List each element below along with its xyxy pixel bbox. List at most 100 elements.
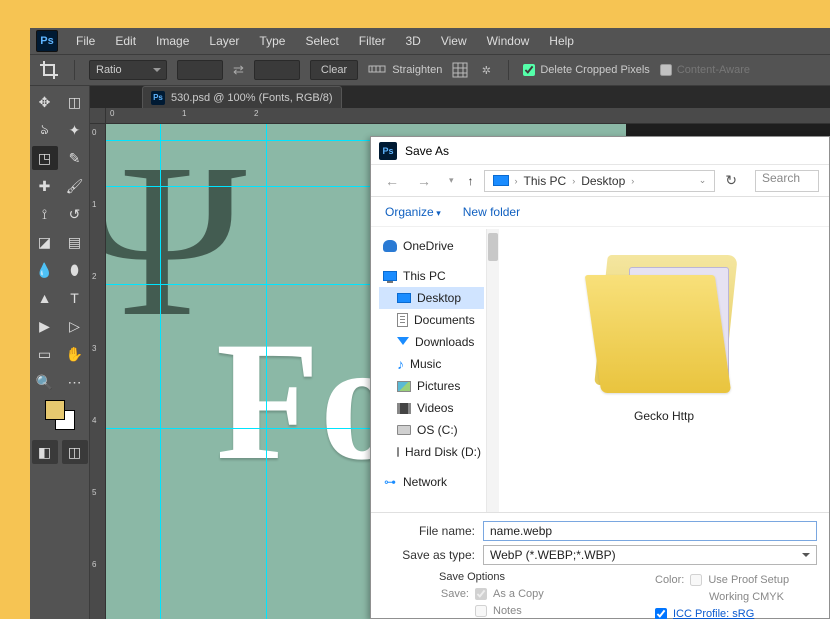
- menu-view[interactable]: View: [433, 32, 475, 50]
- menu-layer[interactable]: Layer: [201, 32, 247, 50]
- crop-tool[interactable]: ◳: [32, 146, 58, 170]
- vertical-ruler[interactable]: 0 1 2 3 4 5 6: [90, 124, 106, 619]
- back-button[interactable]: ←: [381, 171, 403, 191]
- healing-brush-tool[interactable]: ✚: [32, 174, 58, 198]
- dialog-toolbar: Organize New folder: [371, 197, 829, 227]
- folder-content[interactable]: Gecko Http: [499, 229, 829, 512]
- overlay-grid-icon[interactable]: [452, 62, 468, 78]
- foreground-color[interactable]: [45, 400, 65, 420]
- move-tool[interactable]: ✥: [32, 90, 58, 114]
- menu-help[interactable]: Help: [541, 32, 582, 50]
- blur-tool[interactable]: 💧: [32, 258, 58, 282]
- tree-documents[interactable]: Documents: [379, 309, 484, 331]
- tree-this-pc[interactable]: This PC: [379, 265, 484, 287]
- zoom-tool[interactable]: 🔍: [32, 370, 58, 394]
- tree-videos[interactable]: Videos: [379, 397, 484, 419]
- quick-mask-icon[interactable]: ◧: [32, 440, 58, 464]
- menu-type[interactable]: Type: [251, 32, 293, 50]
- pen-tool[interactable]: ▲: [32, 286, 58, 310]
- tree-onedrive[interactable]: OneDrive: [379, 235, 484, 257]
- organize-button[interactable]: Organize: [385, 205, 441, 219]
- menu-image[interactable]: Image: [148, 32, 197, 50]
- menu-window[interactable]: Window: [479, 32, 538, 50]
- refresh-button[interactable]: ↻: [725, 172, 737, 189]
- menu-select[interactable]: Select: [297, 32, 346, 50]
- rectangle-tool[interactable]: ▭: [32, 342, 58, 366]
- document-tab[interactable]: Ps 530.psd @ 100% (Fonts, RGB/8): [142, 86, 342, 108]
- lasso-tool[interactable]: ঌ: [32, 118, 58, 142]
- menu-file[interactable]: File: [68, 32, 103, 50]
- straighten-label[interactable]: Straighten: [392, 64, 442, 76]
- hand-tool[interactable]: ✋: [62, 342, 88, 366]
- ratio-select[interactable]: Ratio: [89, 60, 167, 80]
- tree-downloads[interactable]: Downloads: [379, 331, 484, 353]
- crop-height-input[interactable]: [254, 60, 300, 80]
- edit-toolbar[interactable]: ⋯: [62, 370, 88, 394]
- marquee-tool[interactable]: ◫: [62, 90, 88, 114]
- icc-checkbox[interactable]: [655, 608, 667, 619]
- tree-network[interactable]: ⊶Network: [379, 471, 484, 493]
- breadcrumb[interactable]: › This PC › Desktop › ⌄: [484, 170, 716, 192]
- type-tool[interactable]: T: [62, 286, 88, 310]
- magic-wand-tool[interactable]: ✦: [62, 118, 88, 142]
- search-input[interactable]: Search: [755, 170, 819, 192]
- straighten-icon[interactable]: [368, 62, 386, 79]
- breadcrumb-segment[interactable]: Desktop: [581, 174, 625, 188]
- tree-pictures[interactable]: Pictures: [379, 375, 484, 397]
- proof-checkbox: [690, 574, 702, 586]
- history-dropdown-icon[interactable]: ⌄: [699, 175, 707, 186]
- eraser-tool[interactable]: ◪: [32, 230, 58, 254]
- brush-tool[interactable]: 🖌: [62, 174, 88, 198]
- network-icon: ⊶: [383, 476, 397, 488]
- crop-width-input[interactable]: [177, 60, 223, 80]
- save-as-dialog: Ps Save As ← → ▾ ↑ › This PC › Desktop ›…: [370, 136, 830, 619]
- tree-music[interactable]: ♪Music: [379, 353, 484, 375]
- pc-icon: [383, 271, 397, 281]
- history-brush-tool[interactable]: ↺: [62, 202, 88, 226]
- swap-dimensions-icon[interactable]: ⇄: [233, 62, 244, 78]
- tree-desktop[interactable]: Desktop: [379, 287, 484, 309]
- menu-edit[interactable]: Edit: [107, 32, 144, 50]
- color-swatches[interactable]: [45, 400, 75, 430]
- eyedropper-tool[interactable]: ✎: [62, 146, 88, 170]
- up-button[interactable]: ↑: [468, 174, 474, 188]
- clear-button[interactable]: Clear: [310, 60, 358, 80]
- breadcrumb-segment[interactable]: This PC: [524, 174, 567, 188]
- new-folder-button[interactable]: New folder: [463, 205, 520, 219]
- gradient-tool[interactable]: ▤: [62, 230, 88, 254]
- icc-profile-link[interactable]: ICC Profile: sRG: [673, 608, 754, 619]
- dodge-tool[interactable]: ⬮: [62, 258, 88, 282]
- delete-cropped-checkbox[interactable]: Delete Cropped Pixels: [523, 64, 649, 76]
- download-icon: [397, 337, 409, 351]
- chevron-right-icon[interactable]: ›: [515, 176, 518, 186]
- dialog-app-icon: Ps: [379, 142, 397, 160]
- tree-os-drive[interactable]: OS (C:): [379, 419, 484, 441]
- menu-filter[interactable]: Filter: [351, 32, 394, 50]
- desktop-icon: [397, 293, 411, 303]
- as-copy-label: As a Copy: [493, 588, 544, 600]
- folder-item[interactable]: Gecko Http: [579, 243, 749, 423]
- chevron-right-icon[interactable]: ›: [572, 176, 575, 186]
- tree-hard-disk[interactable]: Hard Disk (D:): [379, 441, 484, 463]
- as-copy-checkbox: [475, 588, 487, 600]
- recent-dropdown-icon[interactable]: ▾: [445, 173, 458, 188]
- crop-settings-icon[interactable]: ✲: [478, 62, 494, 78]
- clone-stamp-tool[interactable]: ⟟: [32, 202, 58, 226]
- screen-mode-icon[interactable]: ◫: [62, 440, 88, 464]
- tree-scrollbar[interactable]: [487, 229, 499, 512]
- file-name-input[interactable]: name.webp: [483, 521, 817, 541]
- chevron-right-icon[interactable]: ›: [631, 176, 634, 186]
- direct-select-tool[interactable]: ▷: [62, 314, 88, 338]
- drive-icon: [397, 425, 411, 435]
- path-select-tool[interactable]: ▶: [32, 314, 58, 338]
- menu-3d[interactable]: 3D: [397, 32, 428, 50]
- dialog-title-bar[interactable]: Ps Save As: [371, 137, 829, 165]
- horizontal-ruler[interactable]: 0 1 2: [106, 108, 830, 124]
- ruler-origin[interactable]: [90, 108, 106, 124]
- guide-line[interactable]: [160, 124, 161, 619]
- forward-button: →: [413, 171, 435, 191]
- save-type-label: Save as type:: [383, 548, 475, 562]
- save-type-select[interactable]: WebP (*.WEBP;*.WBP): [483, 545, 817, 565]
- crop-tool-icon[interactable]: [40, 61, 60, 79]
- guide-line[interactable]: [266, 124, 267, 619]
